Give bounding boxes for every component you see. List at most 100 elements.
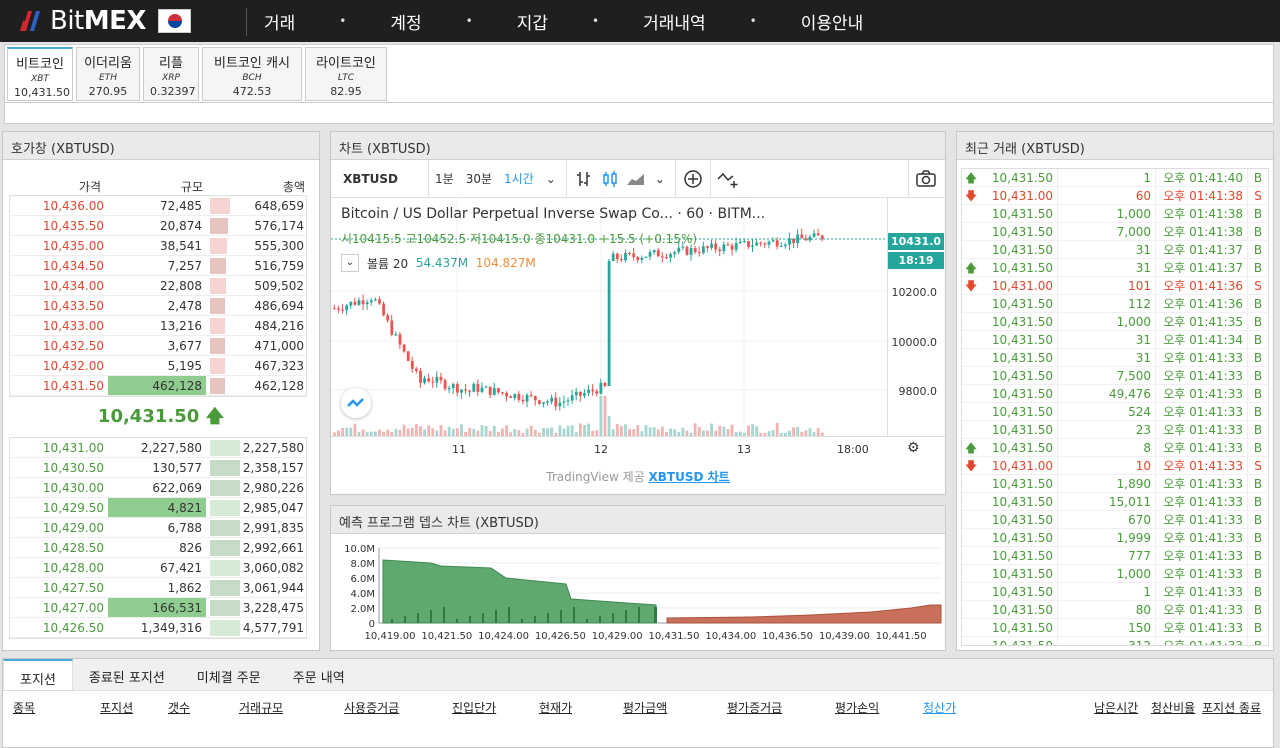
chart-canvas[interactable]: Bitcoin / US Dollar Perpetual Inverse Sw… (331, 198, 887, 436)
tab-open-orders[interactable]: 미체결 주문 (181, 659, 277, 690)
ticker-eth[interactable]: 이더리움 ETH 270.95 (76, 47, 140, 101)
nav-item-trade[interactable]: 거래 (264, 9, 295, 34)
order-price[interactable]: 10,433.00 (10, 316, 108, 335)
xbtusd-chart-link[interactable]: XBTUSD 차트 (649, 470, 730, 484)
order-size[interactable]: 2,478 (108, 296, 206, 315)
order-size[interactable]: 3,677 (108, 336, 206, 355)
area-chart-icon[interactable] (623, 160, 649, 198)
ask-row[interactable]: 10,434.50 7,257 516,759 (10, 256, 306, 276)
col-mark-price[interactable]: 현재가 (539, 699, 572, 716)
col-eval-margin[interactable]: 평가증거금 (727, 699, 782, 716)
bid-row[interactable]: 10,431.00 2,227,580 2,227,580 (10, 438, 306, 458)
order-price[interactable]: 10,432.00 (10, 356, 108, 375)
col-liq-price[interactable]: 청산가 (923, 699, 956, 716)
col-trade-size[interactable]: 거래규모 (239, 699, 283, 716)
col-symbol[interactable]: 종목 (13, 699, 35, 716)
order-size[interactable]: 7,257 (108, 256, 206, 275)
ticker-bch[interactable]: 비트코인 캐시 BCH 472.53 (202, 47, 302, 101)
order-size[interactable]: 462,128 (108, 376, 206, 395)
time-axis[interactable]: 11 12 13 18:00 ⚙ (331, 436, 945, 462)
order-price[interactable]: 10,433.50 (10, 296, 108, 315)
chevron-down-icon[interactable]: ⌄ (540, 172, 562, 186)
order-size[interactable]: 2,227,580 (108, 438, 206, 457)
order-price[interactable]: 10,434.50 (10, 256, 108, 275)
ask-row[interactable]: 10,434.00 22,808 509,502 (10, 276, 306, 296)
bid-row[interactable]: 10,430.00 622,069 2,980,226 (10, 478, 306, 498)
order-price[interactable]: 10,428.00 (10, 558, 108, 577)
nav-item-wallet[interactable]: 지갑 (517, 9, 548, 34)
ticker-xbt[interactable]: 비트코인 XBT 10,431.50 (7, 47, 73, 101)
ask-row[interactable]: 10,436.00 72,485 648,659 (10, 196, 306, 216)
order-price[interactable]: 10,428.50 (10, 538, 108, 557)
col-time-left[interactable]: 남은시간 (1094, 699, 1138, 716)
collapse-icon[interactable]: ⌄ (341, 254, 359, 272)
last-price[interactable]: 10,431.50 🡅 (3, 397, 319, 437)
order-price[interactable]: 10,435.50 (10, 216, 108, 235)
nav-item-account[interactable]: 계정 (390, 9, 421, 34)
order-size[interactable]: 130,577 (108, 458, 206, 477)
col-close-position[interactable]: 포지션 종료 (1202, 699, 1261, 716)
compare-icon[interactable] (715, 160, 741, 198)
order-size[interactable]: 72,485 (108, 196, 206, 215)
bid-row[interactable]: 10,427.00 166,531 3,228,475 (10, 598, 306, 618)
order-price[interactable]: 10,429.50 (10, 498, 108, 517)
chart-symbol[interactable]: XBTUSD (331, 159, 429, 198)
col-used-margin[interactable]: 사용증거금 (344, 699, 399, 716)
bid-row[interactable]: 10,426.50 1,349,316 4,577,791 (10, 618, 306, 638)
ask-row[interactable]: 10,432.50 3,677 471,000 (10, 336, 306, 356)
bid-row[interactable]: 10,429.00 6,788 2,991,835 (10, 518, 306, 538)
order-price[interactable]: 10,436.00 (10, 196, 108, 215)
trades-list[interactable]: 🡅 10,431.50 1 오후 01:41:40 B 🡇 10,431.00 60 오후 01… (961, 168, 1269, 646)
bid-row[interactable]: 10,428.00 67,421 3,060,082 (10, 558, 306, 578)
order-price[interactable]: 10,427.00 (10, 598, 108, 617)
tab-closed-positions[interactable]: 종료된 포지션 (73, 659, 181, 690)
ask-row[interactable]: 10,433.50 2,478 486,694 (10, 296, 306, 316)
order-size[interactable]: 5,195 (108, 356, 206, 375)
order-size[interactable]: 826 (108, 538, 206, 557)
settings-gear-icon[interactable]: ⚙ (907, 440, 920, 456)
ticker-xrp[interactable]: 리플 XRP 0.32397 (143, 47, 199, 101)
order-size[interactable]: 1,862 (108, 578, 206, 597)
chevron-down-icon[interactable]: ⌄ (649, 172, 671, 186)
nav-item-history[interactable]: 거래내역 (643, 9, 706, 34)
bid-row[interactable]: 10,427.50 1,862 3,061,944 (10, 578, 306, 598)
ticker-ltc[interactable]: 라이트코인 LTC 82.95 (305, 47, 387, 101)
order-size[interactable]: 67,421 (108, 558, 206, 577)
order-size[interactable]: 6,788 (108, 518, 206, 537)
bitmex-logo[interactable]: BitMEX (18, 6, 191, 36)
ask-row[interactable]: 10,432.00 5,195 467,323 (10, 356, 306, 376)
price-axis[interactable]: 10200.0 10000.0 9800.0 10431.0 18:19 (887, 198, 945, 436)
bid-row[interactable]: 10,428.50 826 2,992,661 (10, 538, 306, 558)
order-size[interactable]: 13,216 (108, 316, 206, 335)
col-pnl[interactable]: 평가손익 (835, 699, 879, 716)
timeframe-30m[interactable]: 30분 (460, 170, 498, 187)
order-price[interactable]: 10,434.00 (10, 276, 108, 295)
ask-row[interactable]: 10,435.50 20,874 576,174 (10, 216, 306, 236)
order-price[interactable]: 10,426.50 (10, 618, 108, 637)
bid-row[interactable]: 10,430.50 130,577 2,358,157 (10, 458, 306, 478)
col-entry-price[interactable]: 진입단가 (452, 699, 496, 716)
order-size[interactable]: 4,821 (108, 498, 206, 517)
order-size[interactable]: 622,069 (108, 478, 206, 497)
order-price[interactable]: 10,429.00 (10, 518, 108, 537)
col-liq-ratio[interactable]: 청산비율 (1151, 699, 1195, 716)
order-size[interactable]: 22,808 (108, 276, 206, 295)
order-size[interactable]: 20,874 (108, 216, 206, 235)
ask-row[interactable]: 10,433.00 13,216 484,216 (10, 316, 306, 336)
order-price[interactable]: 10,430.50 (10, 458, 108, 477)
korea-flag-icon[interactable] (157, 9, 191, 33)
depth-chart[interactable]: 10.0M 8.0M 6.0M 4.0M 2.0M 010,419.00 10,421.50… (331, 534, 945, 650)
tradingview-logo-icon[interactable] (341, 388, 371, 418)
timeframe-1h[interactable]: 1시간 (498, 170, 540, 187)
tab-order-history[interactable]: 주문 내역 (277, 659, 361, 690)
order-price[interactable]: 10,427.50 (10, 578, 108, 597)
col-value[interactable]: 평가금액 (623, 699, 667, 716)
order-price[interactable]: 10,431.00 (10, 438, 108, 457)
nav-item-guide[interactable]: 이용안내 (801, 9, 864, 34)
candlestick-icon[interactable] (597, 160, 623, 198)
bid-row[interactable]: 10,429.50 4,821 2,985,047 (10, 498, 306, 518)
order-price[interactable]: 10,432.50 (10, 336, 108, 355)
order-size[interactable]: 1,349,316 (108, 618, 206, 637)
ask-row[interactable]: 10,431.50 462,128 462,128 (10, 376, 306, 396)
tab-positions[interactable]: 포지션 (3, 659, 73, 690)
